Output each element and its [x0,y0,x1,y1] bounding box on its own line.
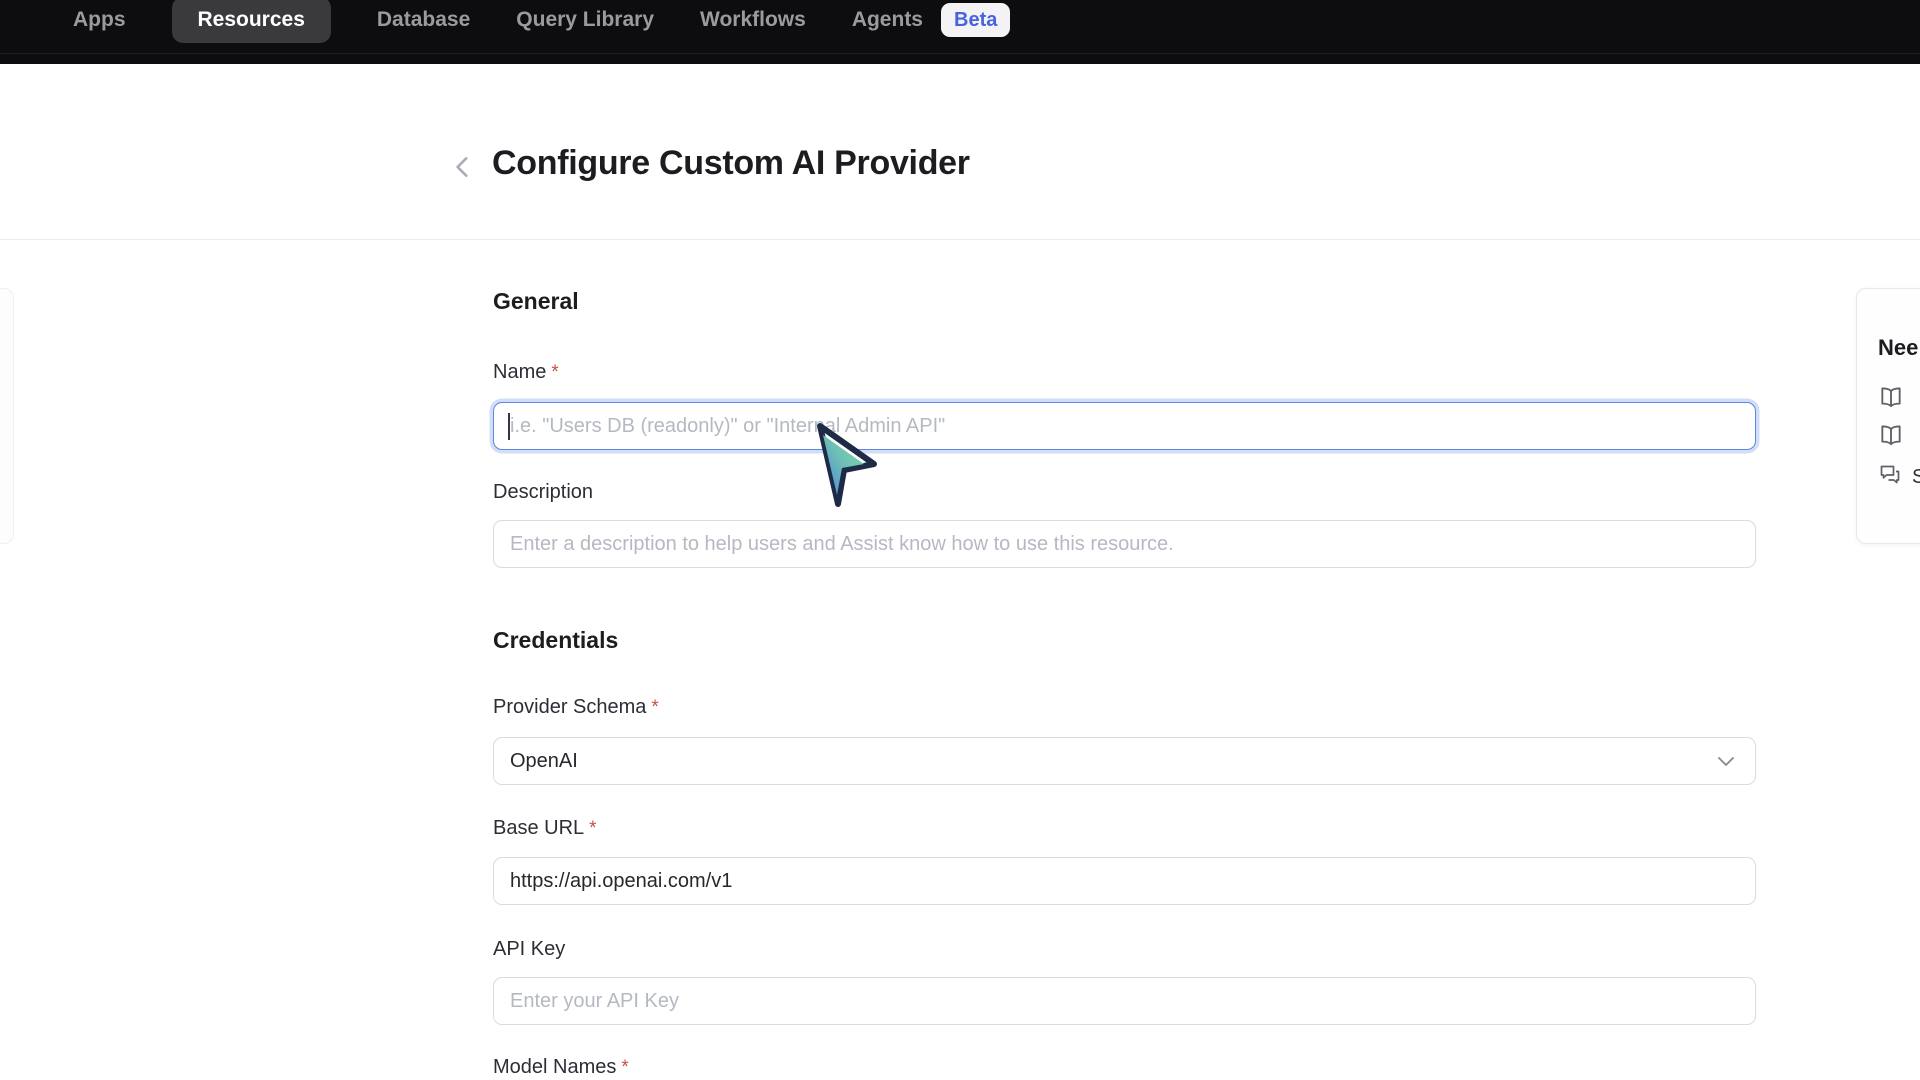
base-url-label-text: Base URL [493,817,584,839]
provider-schema-field-label: Provider Schema* [493,696,1756,719]
chevron-down-icon [1715,751,1737,779]
required-asterisk: * [551,362,558,383]
provider-schema-selected-value: OpenAI [510,750,578,773]
page-title: Configure Custom AI Provider [492,144,970,183]
help-link-support[interactable]: S [1878,463,1920,492]
model-names-field-label: Model Names* [493,1056,1756,1079]
book-open-icon [1878,423,1904,454]
help-link-docs-2[interactable] [1878,423,1904,454]
provider-schema-select[interactable]: OpenAI [493,737,1756,785]
top-nav-items: Apps Resources Database Query Library Wo… [73,0,1010,40]
required-asterisk: * [651,697,658,718]
nav-tab-query-library[interactable]: Query Library [516,8,654,32]
text-caret [508,413,510,440]
book-open-icon [1878,385,1904,416]
back-button[interactable] [448,152,478,184]
top-nav: Apps Resources Database Query Library Wo… [0,0,1920,64]
name-input[interactable] [493,402,1756,450]
required-asterisk: * [589,818,596,839]
api-key-field-label: API Key [493,938,1756,961]
header-divider [0,239,1920,240]
nav-tab-apps[interactable]: Apps [73,8,126,32]
nav-tab-workflows[interactable]: Workflows [700,8,806,32]
beta-badge: Beta [941,3,1010,37]
nav-tab-agents[interactable]: Agents [852,8,923,32]
base-url-input[interactable] [493,857,1756,905]
required-asterisk: * [621,1057,628,1078]
name-label-text: Name [493,361,546,383]
description-input[interactable] [493,520,1756,568]
base-url-field-label: Base URL* [493,817,1756,840]
nav-tab-database[interactable]: Database [377,8,470,32]
left-card-edge [0,288,14,544]
help-panel-title: Nee [1878,335,1918,361]
chevron-left-icon [450,169,476,184]
description-field-label: Description [493,481,1756,504]
api-key-input[interactable] [493,977,1756,1025]
name-field-label: Name* [493,361,1756,384]
nav-tab-resources[interactable]: Resources [172,0,331,43]
nav-bottom-divider [0,53,1920,54]
app-window: Apps Resources Database Query Library Wo… [0,0,1920,1080]
model-names-label-text: Model Names [493,1056,616,1078]
help-link-docs-1[interactable] [1878,385,1904,416]
chat-bubbles-icon [1878,463,1902,492]
help-panel: Nee S [1856,288,1920,544]
section-heading-general: General [493,288,1756,315]
provider-schema-label-text: Provider Schema [493,696,646,718]
section-heading-credentials: Credentials [493,627,1756,654]
help-link-label: S [1912,466,1920,489]
